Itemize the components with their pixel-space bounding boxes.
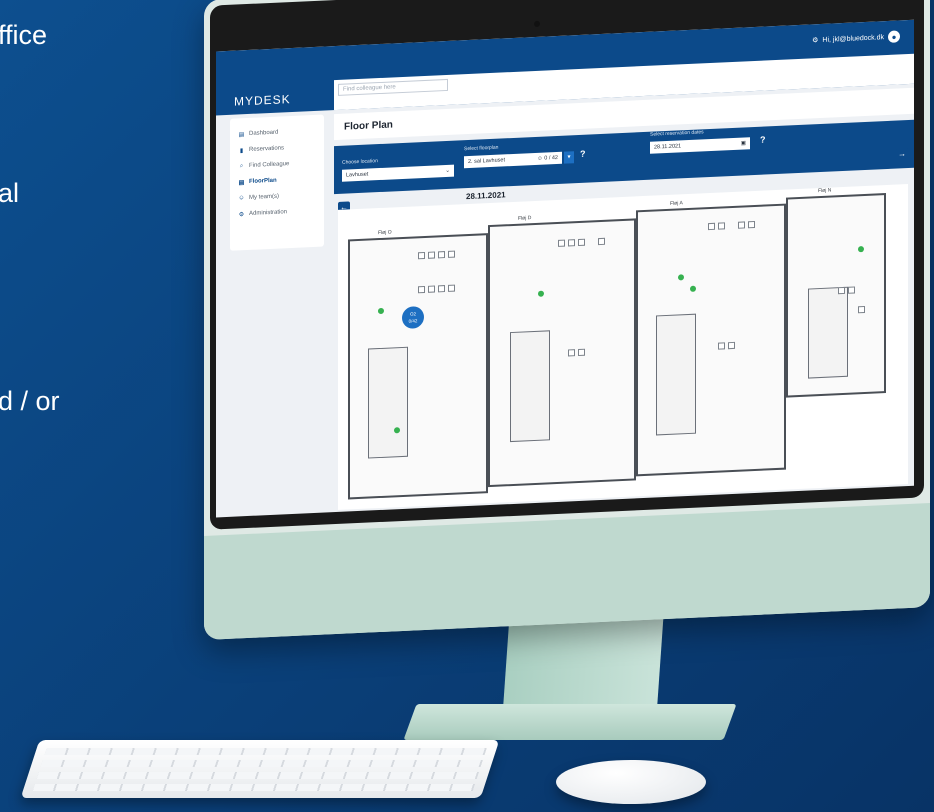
desk[interactable]: [438, 285, 445, 293]
user-menu[interactable]: ⚙ Hi, jkl@bluedock.dk ●: [812, 30, 900, 46]
floorplan-help-icon[interactable]: ?: [580, 149, 586, 159]
key-row: [40, 760, 483, 767]
floorplan-value: 2. sal Lavhuset: [468, 157, 505, 166]
plan-date: 28.11.2021: [466, 190, 506, 202]
wing-label: Fløj A: [670, 200, 683, 207]
sidebar-item-label: Dashboard: [249, 129, 279, 137]
headline-fragment-1: ffice: [0, 20, 48, 50]
key-row: [44, 748, 487, 755]
sidebar-item-label: FloorPlan: [249, 177, 277, 185]
sidebar-item-label: Administration: [249, 209, 288, 217]
monitor-stand: [502, 616, 664, 716]
chevron-down-icon: ⌄: [445, 167, 450, 175]
app-logo: MYDESK: [234, 92, 291, 109]
badge-count: 0/42: [408, 318, 418, 324]
sidebar-item-label: Find Colleague: [249, 161, 290, 169]
reservation-date-value: 28.11.2021: [654, 143, 682, 151]
sidebar-item-label: My team(s): [249, 193, 279, 201]
room: [368, 346, 408, 459]
dates-help-icon[interactable]: ?: [760, 135, 766, 145]
room: [510, 330, 550, 443]
team-icon: ☺: [238, 195, 245, 202]
mouse: [556, 760, 706, 804]
key-row: [36, 772, 480, 779]
desk[interactable]: [738, 221, 745, 229]
bookmark-icon: ▮: [239, 147, 244, 154]
headline-fragment-3: d / or: [0, 386, 60, 416]
desk[interactable]: [748, 220, 755, 229]
screen: ⚙ Hi, jkl@bluedock.dk ● MYDESK Find coll…: [216, 19, 914, 518]
desk[interactable]: [558, 239, 565, 247]
floorplan-select[interactable]: 2. sal Lavhuset ☺ 0 / 42: [464, 151, 562, 169]
dates-label: Select reservation dates: [650, 129, 704, 138]
chart-icon: ▤: [238, 131, 245, 138]
desk[interactable]: [568, 349, 575, 357]
desk[interactable]: [448, 250, 455, 258]
wing-label: Fløj D: [518, 215, 532, 222]
monitor: ⚙ Hi, jkl@bluedock.dk ● MYDESK Find coll…: [204, 0, 930, 640]
keyboard: [20, 740, 500, 798]
desk[interactable]: [838, 286, 845, 295]
sidebar-item-label: Reservations: [249, 145, 285, 153]
floorplan-dropdown-button[interactable]: ▾: [564, 151, 574, 164]
calendar-icon[interactable]: ▣: [741, 140, 746, 146]
wing-label: Fløj O: [378, 229, 392, 237]
floorplan-count: ☺ 0 / 42: [537, 155, 558, 162]
desk[interactable]: [448, 284, 455, 292]
monitor-stand-base: [403, 704, 737, 740]
desk[interactable]: [418, 251, 425, 260]
floor-plan-canvas[interactable]: Fløj O Fløj D Fløj A Fløj N O2 0/42: [338, 184, 908, 510]
desk[interactable]: [428, 251, 435, 259]
floorplan-label: Select floorplan: [464, 144, 499, 153]
desk[interactable]: [578, 348, 585, 357]
room: [808, 286, 848, 379]
desk[interactable]: [438, 251, 445, 259]
desk[interactable]: [858, 305, 865, 314]
room: [656, 313, 696, 436]
desk[interactable]: [718, 222, 725, 230]
desk[interactable]: [848, 286, 855, 294]
gear-icon[interactable]: ⚙: [812, 36, 818, 44]
chart-icon: ▤: [238, 179, 245, 186]
wing-label: Fløj N: [818, 187, 832, 195]
sidebar: ▤ Dashboard ▮ Reservations ⌕ Find Collea…: [230, 114, 324, 251]
user-greeting: Hi, jkl@bluedock.dk: [822, 33, 884, 44]
key-row: [32, 784, 476, 791]
next-date-button[interactable]: →: [896, 148, 908, 161]
floorplan-count-value: 0 / 42: [544, 154, 558, 162]
desk[interactable]: [718, 342, 725, 350]
reservation-date-input[interactable]: 28.11.2021 ▣: [650, 137, 750, 154]
desk[interactable]: [568, 239, 575, 247]
gear-icon: ⚙: [238, 211, 245, 218]
location-value: Lavhuset: [346, 171, 369, 179]
desk[interactable]: [428, 285, 435, 293]
avatar-icon[interactable]: ●: [888, 30, 900, 43]
headline-fragment-2: al: [0, 178, 20, 208]
location-label: Choose location: [342, 158, 378, 166]
desk[interactable]: [598, 237, 605, 246]
search-icon: ⌕: [239, 162, 244, 169]
desk[interactable]: [578, 238, 585, 247]
desk[interactable]: [708, 222, 715, 231]
desk[interactable]: [728, 341, 735, 350]
desk[interactable]: [418, 285, 425, 294]
sidebar-item-administration[interactable]: ⚙ Administration: [230, 203, 324, 223]
location-select[interactable]: Lavhuset ⌄: [342, 164, 454, 182]
